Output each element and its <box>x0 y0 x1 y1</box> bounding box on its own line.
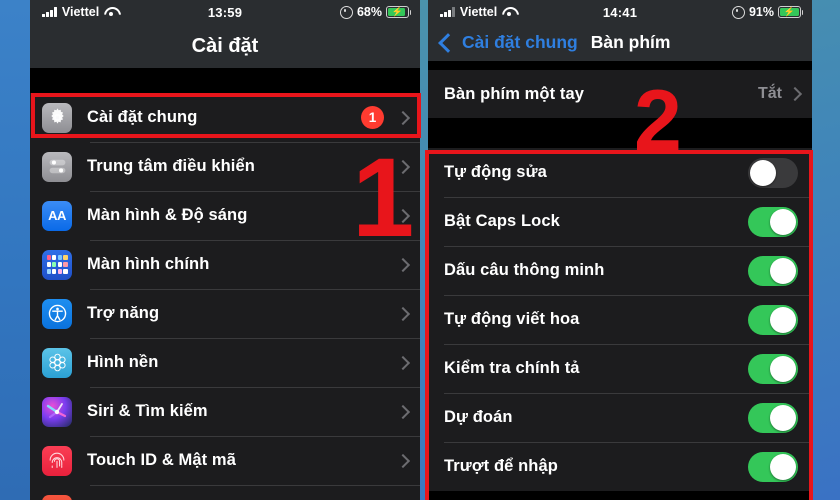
right-gap-top <box>428 61 812 70</box>
chevron-right-icon <box>395 306 411 321</box>
control-center-icon <box>42 151 72 182</box>
one-handed-keyboard-group: Bàn phím một tay Tắt <box>428 70 812 118</box>
sidebar-item-label: Màn hình chính <box>87 255 210 273</box>
right-phone-screenshot: Viettel 14:41 91% ⚡ Cài đặt chung Bàn ph… <box>428 0 812 500</box>
sidebar-item-label: Siri & Tìm kiếm <box>87 402 208 420</box>
left-battery-percent: 68% <box>356 5 382 19</box>
sidebar-item-cai-dat-chung[interactable]: Cài đặt chung 1 <box>30 93 420 142</box>
toggle-bat-caps-lock[interactable] <box>748 206 798 237</box>
chevron-right-icon <box>395 257 411 272</box>
toggle-tu-dong-viet-hoa[interactable] <box>748 304 798 335</box>
sidebar-item-label: Cài đặt chung <box>87 108 198 126</box>
right-gap-middle <box>428 118 812 148</box>
toggle-tu-dong-sua[interactable] <box>748 157 798 188</box>
home-screen-icon <box>42 249 72 280</box>
sidebar-item-label: Màn hình & Độ sáng <box>87 206 248 224</box>
left-list-top-gap <box>30 68 420 93</box>
row-label: Bật Caps Lock <box>444 212 560 230</box>
right-status-bar-right: 91% ⚡ <box>731 5 812 19</box>
siri-icon <box>42 396 72 427</box>
chevron-right-icon <box>395 453 411 468</box>
left-status-bar-right: 68% ⚡ <box>339 5 420 19</box>
row-du-doan[interactable]: Dự đoán <box>428 393 812 442</box>
left-phone-screenshot: Viettel 13:59 68% ⚡ Cài đặt Cài đặt chun… <box>30 0 420 500</box>
row-bat-caps-lock[interactable]: Bật Caps Lock <box>428 197 812 246</box>
row-label: Dấu câu thông minh <box>444 261 605 279</box>
toggle-dau-cau-thong-minh[interactable] <box>748 255 798 286</box>
sidebar-item-label: Touch ID & Mật mã <box>87 451 236 469</box>
left-settings-group: Cài đặt chung 1 Trung tâm điều khiển AA … <box>30 93 420 500</box>
row-ban-phim-mot-tay[interactable]: Bàn phím một tay Tắt <box>428 70 812 118</box>
right-nav-bar: Cài đặt chung Bàn phím <box>428 24 812 61</box>
toggle-du-doan[interactable] <box>748 402 798 433</box>
background-left-gradient <box>0 0 34 500</box>
row-dau-cau-thong-minh[interactable]: Dấu câu thông minh <box>428 246 812 295</box>
row-truot-de-nhap[interactable]: Trượt để nhập <box>428 442 812 491</box>
toggle-kiem-tra-chinh-ta[interactable] <box>748 353 798 384</box>
sidebar-item-touch-id-mat-ma[interactable]: Touch ID & Mật mã <box>30 436 420 485</box>
left-nav-title: Cài đặt <box>30 24 420 68</box>
touch-id-icon <box>42 445 72 476</box>
chevron-left-icon[interactable] <box>438 32 458 53</box>
row-label: Tự động viết hoa <box>444 310 580 328</box>
location-services-icon <box>731 5 745 19</box>
sidebar-item-partial-next[interactable] <box>30 485 420 500</box>
sidebar-item-siri-tim-kiem[interactable]: Siri & Tìm kiếm <box>30 387 420 436</box>
row-label: Tự động sửa <box>444 163 547 181</box>
location-services-icon <box>339 5 353 19</box>
chevron-right-icon <box>395 208 411 223</box>
row-value: Tắt <box>758 85 782 102</box>
sidebar-item-label: Trung tâm điều khiển <box>87 157 255 175</box>
accessibility-icon <box>42 298 72 329</box>
sidebar-item-label: Trợ năng <box>87 304 160 322</box>
sidebar-item-man-hinh-chinh[interactable]: Màn hình chính <box>30 240 420 289</box>
row-label: Bàn phím một tay <box>444 84 585 103</box>
row-label: Dự đoán <box>444 408 513 426</box>
row-label: Trượt để nhập <box>444 457 558 475</box>
status-badge: 1 <box>361 106 384 129</box>
display-brightness-icon: AA <box>42 200 72 231</box>
toggle-truot-de-nhap[interactable] <box>748 451 798 482</box>
row-label: Kiểm tra chính tả <box>444 359 580 377</box>
battery-charging-icon: ⚡ <box>386 6 412 18</box>
left-status-bar: Viettel 13:59 68% ⚡ <box>30 0 420 24</box>
keyboard-toggles-group: Tự động sửa Bật Caps Lock Dấu câu thông … <box>428 148 812 491</box>
row-tu-dong-sua[interactable]: Tự động sửa <box>428 148 812 197</box>
sidebar-item-hinh-nen[interactable]: Hình nền <box>30 338 420 387</box>
screenshot-canvas: Viettel 13:59 68% ⚡ Cài đặt Cài đặt chun… <box>0 0 840 500</box>
row-kiem-tra-chinh-ta[interactable]: Kiểm tra chính tả <box>428 344 812 393</box>
wallpaper-icon <box>42 347 72 378</box>
chevron-right-icon <box>395 110 411 125</box>
sidebar-item-label: Hình nền <box>87 353 159 371</box>
sidebar-item-trung-tam-dieu-khien[interactable]: Trung tâm điều khiển <box>30 142 420 191</box>
chevron-right-icon <box>395 159 411 174</box>
partial-app-icon <box>42 494 72 500</box>
right-battery-percent: 91% <box>748 5 774 19</box>
page-title: Bàn phím <box>590 32 671 52</box>
sidebar-item-man-hinh-do-sang[interactable]: AA Màn hình & Độ sáng <box>30 191 420 240</box>
gear-icon <box>42 102 72 133</box>
chevron-right-icon <box>787 86 803 102</box>
battery-charging-icon: ⚡ <box>778 6 804 18</box>
chevron-right-icon <box>395 404 411 419</box>
chevron-right-icon <box>395 355 411 370</box>
back-button-label[interactable]: Cài đặt chung <box>462 32 578 53</box>
row-tu-dong-viet-hoa[interactable]: Tự động viết hoa <box>428 295 812 344</box>
right-status-bar: Viettel 14:41 91% ⚡ <box>428 0 812 24</box>
sidebar-item-tro-nang[interactable]: Trợ năng <box>30 289 420 338</box>
